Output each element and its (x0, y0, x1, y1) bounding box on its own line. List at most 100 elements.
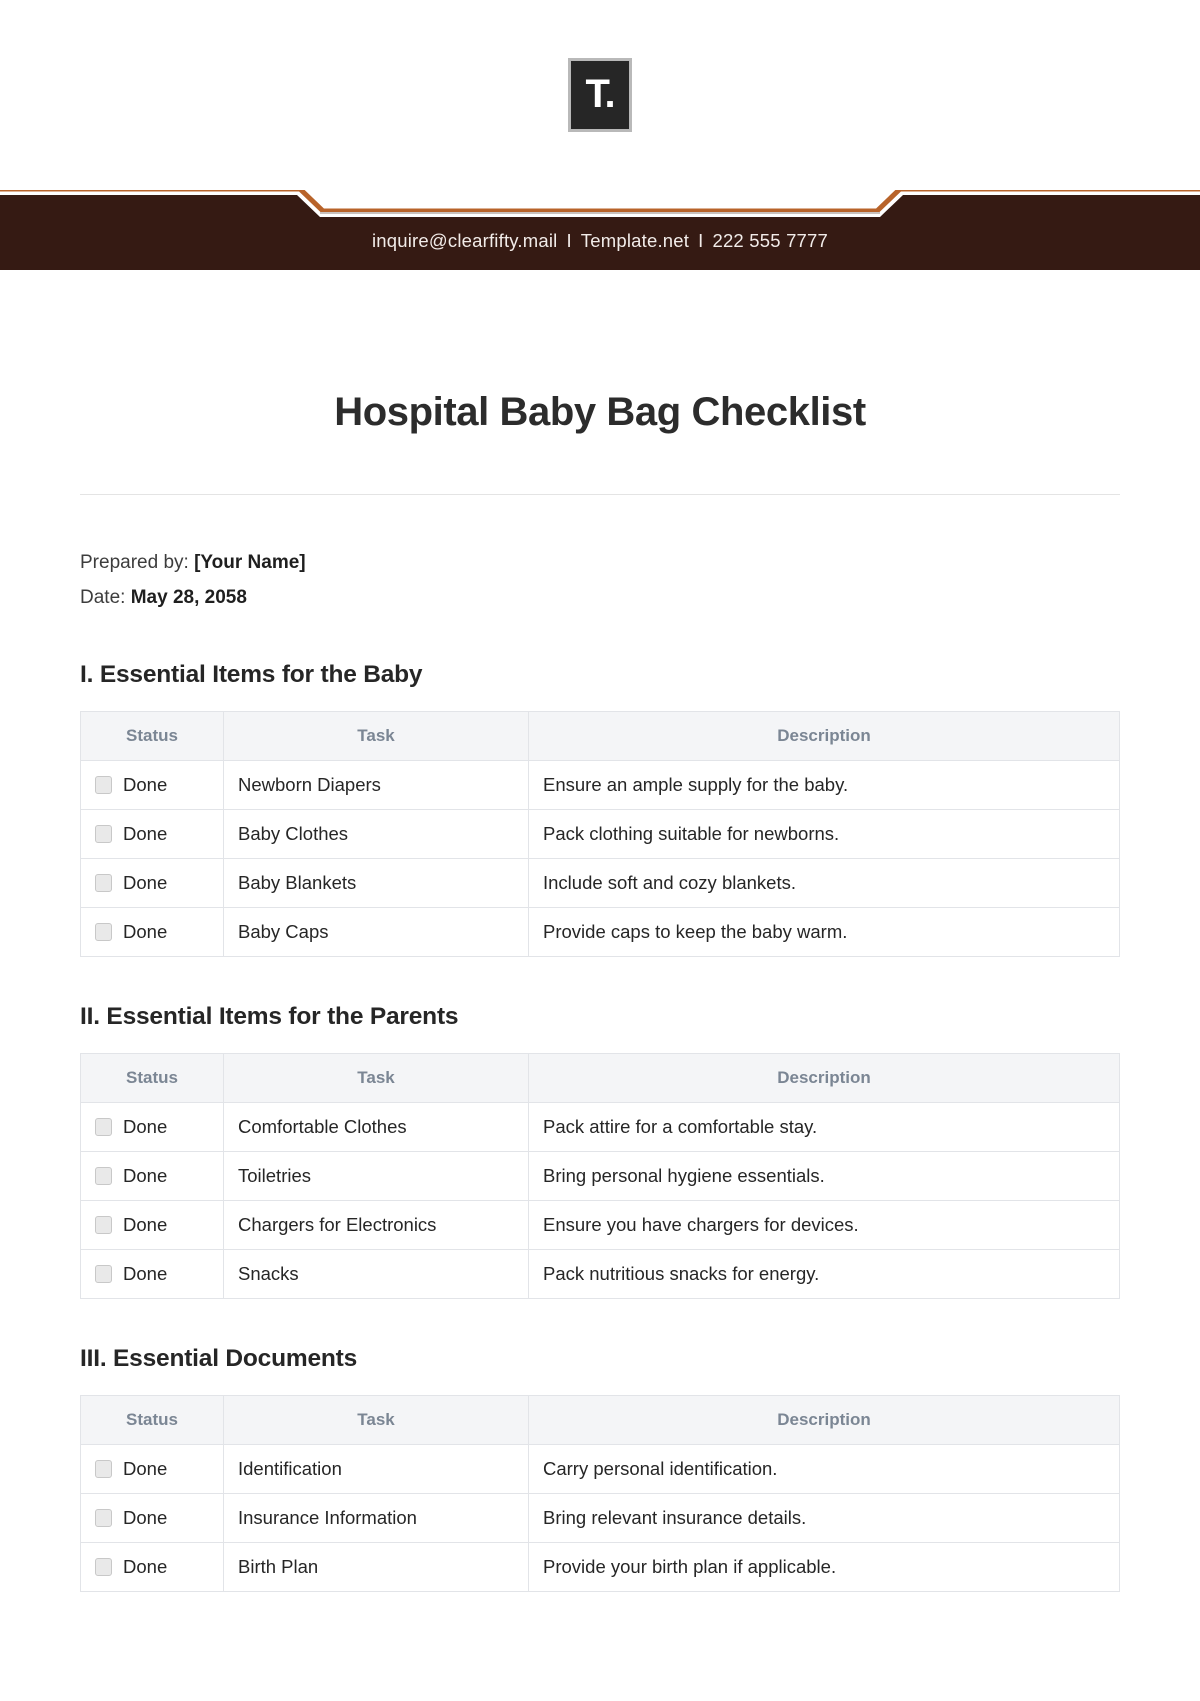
status-wrapper: Done (95, 921, 209, 943)
cell-task[interactable]: Chargers for Electronics (223, 1200, 529, 1251)
section-heading: III. Essential Documents (80, 1345, 358, 1373)
table-row: Done Baby Caps Provide caps to keep the ba… (80, 907, 1120, 958)
date-value[interactable]: May 28, 2058 (131, 587, 247, 608)
cell-status: Done (80, 760, 224, 811)
status-wrapper: Done (95, 1556, 209, 1578)
cell-status: Done (80, 1200, 224, 1251)
status-label: Done (123, 1507, 168, 1529)
table-row: Done Toiletries Bring personal hygiene ess… (80, 1151, 1120, 1202)
status-wrapper: Done (95, 823, 209, 845)
checkbox-icon[interactable] (95, 1558, 112, 1577)
cell-status: Done (80, 1102, 224, 1153)
template-net-logo-icon: T. (568, 58, 632, 132)
checklist-table: Status Task Description Done Newborn Diapers… (80, 711, 1120, 958)
status-label: Done (123, 1263, 168, 1285)
banner-email: inquire@clearfifty.mail (371, 230, 558, 251)
cell-status: Done (80, 1493, 224, 1544)
table-row: Done Baby Blankets Include soft and cozy b… (80, 858, 1120, 909)
cell-task[interactable]: Toiletries (223, 1151, 529, 1202)
date-row: Date: May 28, 2058 (80, 580, 1120, 615)
checklist-table: Status Task Description Done Comfortable Clo… (80, 1053, 1120, 1300)
checkbox-icon[interactable] (95, 1167, 112, 1186)
cell-description[interactable]: Include soft and cozy blankets. (528, 858, 1120, 909)
cell-description[interactable]: Pack nutritious snacks for energy. (528, 1249, 1120, 1300)
cell-description[interactable]: Carry personal identification. (528, 1444, 1120, 1495)
table-row: Done Snacks Pack nutritious snacks for ene… (80, 1249, 1120, 1300)
checkbox-icon[interactable] (95, 1216, 112, 1235)
cell-task[interactable]: Newborn Diapers (223, 760, 529, 811)
banner-phone: 222 555 7777 (712, 230, 829, 251)
status-wrapper: Done (95, 1165, 209, 1187)
banner-separator-2: I (698, 230, 704, 251)
cell-task[interactable]: Birth Plan (223, 1542, 529, 1593)
cell-description[interactable]: Bring personal hygiene essentials. (528, 1151, 1120, 1202)
cell-description[interactable]: Pack attire for a comfortable stay. (528, 1102, 1120, 1153)
checkbox-icon[interactable] (95, 874, 112, 893)
status-wrapper: Done (95, 872, 209, 894)
status-wrapper: Done (95, 1458, 209, 1480)
cell-status: Done (80, 907, 224, 958)
checklist-section: II. Essential Items for the Parents Statu… (80, 1003, 1120, 1300)
status-label: Done (123, 1116, 168, 1138)
cell-description[interactable]: Pack clothing suitable for newborns. (528, 809, 1120, 860)
section-heading: II. Essential Items for the Parents (80, 1003, 459, 1031)
checklist-section: I. Essential Items for the Baby Status Tas… (80, 661, 1120, 958)
table-row: Done Comfortable Clothes Pack attire for a… (80, 1102, 1120, 1153)
banner-separator-1: I (566, 230, 572, 251)
page-title: Hospital Baby Bag Checklist (334, 390, 866, 434)
checklist-table: Status Task Description Done Identification C… (80, 1395, 1120, 1593)
checkbox-icon[interactable] (95, 1460, 112, 1479)
section-heading: I. Essential Items for the Baby (80, 661, 423, 689)
table-row: Done Newborn Diapers Ensure an ample suppl… (80, 760, 1120, 811)
table-header-row: Status Task Description (80, 1395, 1120, 1446)
checkbox-icon[interactable] (95, 776, 112, 795)
checkbox-icon[interactable] (95, 1265, 112, 1284)
cell-status: Done (80, 1444, 224, 1495)
column-header-description: Description (528, 711, 1120, 762)
status-label: Done (123, 872, 168, 894)
checkbox-icon[interactable] (95, 923, 112, 942)
status-wrapper: Done (95, 774, 209, 796)
checkbox-icon[interactable] (95, 825, 112, 844)
checkbox-icon[interactable] (95, 1509, 112, 1528)
status-label: Done (123, 1165, 168, 1187)
cell-task[interactable]: Comfortable Clothes (223, 1102, 529, 1153)
cell-task[interactable]: Snacks (223, 1249, 529, 1300)
document-body: Hospital Baby Bag Checklist Prepared by:… (80, 270, 1120, 1632)
prepared-by-value[interactable]: [Your Name] (194, 552, 306, 573)
cell-task[interactable]: Baby Caps (223, 907, 529, 958)
cell-description[interactable]: Ensure you have chargers for devices. (528, 1200, 1120, 1251)
table-row: Done Birth Plan Provide your birth plan if… (80, 1542, 1120, 1593)
prepared-by-label: Prepared by: (80, 552, 189, 573)
banner-website: Template.net (580, 230, 690, 251)
cell-task[interactable]: Baby Blankets (223, 858, 529, 909)
logo-glyph: T. (585, 72, 615, 116)
banner-contact-info: inquire@clearfifty.mail I Template.net I 222… (372, 230, 828, 270)
cell-description[interactable]: Provide caps to keep the baby warm. (528, 907, 1120, 958)
table-row: Done Baby Clothes Pack clothing suitable f… (80, 809, 1120, 860)
table-header-row: Status Task Description (80, 1053, 1120, 1104)
cell-task[interactable]: Identification (223, 1444, 529, 1495)
status-label: Done (123, 823, 168, 845)
cell-description[interactable]: Provide your birth plan if applicable. (528, 1542, 1120, 1593)
checkbox-icon[interactable] (95, 1118, 112, 1137)
status-label: Done (123, 1556, 168, 1578)
date-label: Date: (80, 587, 126, 609)
prepared-by-row: Prepared by: [Your Name] (80, 545, 1120, 580)
table-row: Done Identification Carry personal identif… (80, 1444, 1120, 1495)
logo-area: T. (0, 0, 1200, 190)
cell-task[interactable]: Insurance Information (223, 1493, 529, 1544)
cell-task[interactable]: Baby Clothes (223, 809, 529, 860)
status-label: Done (123, 1458, 168, 1480)
column-header-task: Task (223, 711, 529, 762)
sections-container: I. Essential Items for the Baby Status Tas… (80, 661, 1120, 1593)
document-meta: Prepared by: [Your Name] Date: May 28, 2… (80, 495, 1120, 615)
table-header-row: Status Task Description (80, 711, 1120, 762)
column-header-status: Status (80, 1053, 224, 1104)
table-row: Done Chargers for Electronics Ensure you h… (80, 1200, 1120, 1251)
cell-description[interactable]: Ensure an ample supply for the baby. (528, 760, 1120, 811)
cell-status: Done (80, 858, 224, 909)
cell-description[interactable]: Bring relevant insurance details. (528, 1493, 1120, 1544)
column-header-description: Description (528, 1395, 1120, 1446)
cell-status: Done (80, 809, 224, 860)
